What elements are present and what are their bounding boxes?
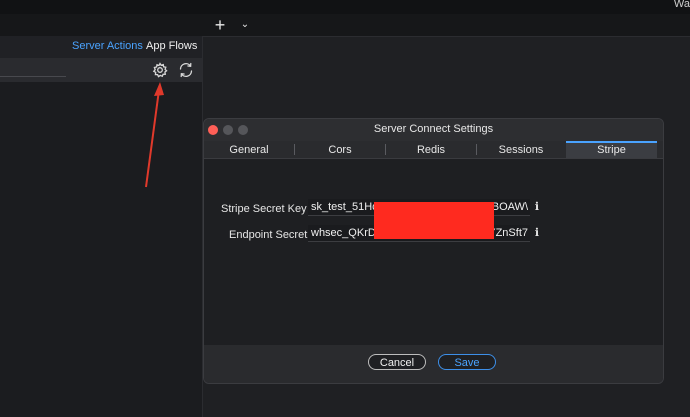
cancel-button[interactable]: Cancel: [368, 354, 426, 370]
top-bar-text: Wa: [673, 0, 690, 10]
endpoint-secret-value-start: whsec_QKrD: [311, 227, 376, 239]
tab-cors[interactable]: Cors: [295, 141, 385, 158]
stripe-secret-key-value-end: BOAW\: [491, 201, 528, 213]
top-menu-bar: Wa: [0, 0, 690, 14]
tab-app-flows[interactable]: App Flows: [146, 40, 197, 52]
gear-icon[interactable]: [151, 61, 169, 79]
info-icon[interactable]: ℹ: [532, 200, 542, 214]
tab-server-actions[interactable]: Server Actions: [72, 40, 143, 52]
tab-redis[interactable]: Redis: [386, 141, 476, 158]
tab-strip: [0, 14, 690, 37]
left-panel: Server Actions App Flows: [0, 36, 203, 417]
settings-tabs: General Cors Redis Sessions Stripe: [204, 141, 663, 159]
info-icon[interactable]: ℹ: [532, 226, 542, 240]
add-tab-button[interactable]: +: [212, 14, 228, 36]
dialog-footer: Cancel Save: [204, 345, 663, 383]
refresh-icon[interactable]: [177, 61, 195, 79]
stripe-secret-key-value-start: sk_test_51Hc: [311, 201, 378, 213]
dialog-title: Server Connect Settings: [373, 123, 494, 135]
dialog-body: Stripe Secret Key sk_test_51Hc BOAW\ ℹ E…: [204, 159, 663, 345]
tab-general[interactable]: General: [204, 141, 294, 158]
search-input[interactable]: [0, 64, 66, 77]
tab-stripe[interactable]: Stripe: [566, 141, 657, 158]
server-connect-settings-dialog: Server Connect Settings General Cors Red…: [203, 118, 664, 384]
stripe-secret-key-label: Stripe Secret Key: [221, 203, 307, 215]
dialog-titlebar: Server Connect Settings: [204, 119, 663, 141]
redaction-box: [374, 202, 494, 239]
chevron-down-icon[interactable]: ⌄: [238, 14, 252, 36]
endpoint-secret-label: Endpoint Secret: [229, 229, 308, 241]
save-button[interactable]: Save: [438, 354, 496, 370]
left-panel-toolbar: [0, 58, 202, 82]
left-panel-header: Server Actions App Flows: [0, 36, 202, 58]
tab-sessions[interactable]: Sessions: [477, 141, 565, 158]
endpoint-secret-value-end: YZnSft7: [488, 227, 528, 239]
